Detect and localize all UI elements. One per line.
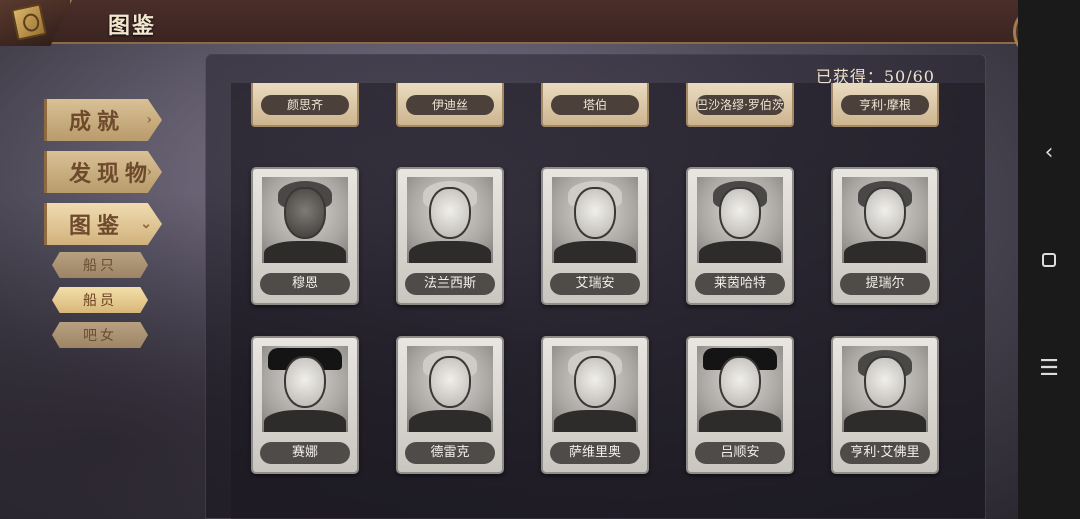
character-name: 塔伯	[551, 95, 639, 115]
nav-menu-button[interactable]: ☰	[1018, 348, 1080, 388]
character-card[interactable]: 塔伯	[541, 83, 649, 127]
character-portrait	[262, 346, 348, 432]
character-card[interactable]: 提瑞尔	[831, 167, 939, 305]
character-name: 亨利·摩根	[841, 95, 929, 115]
character-card[interactable]: 莱茵哈特	[686, 167, 794, 305]
character-portrait	[407, 346, 493, 432]
character-name: 提瑞尔	[840, 273, 930, 295]
character-portrait	[842, 177, 928, 263]
character-name: 吕顺安	[695, 442, 785, 464]
tab-discoveries[interactable]: 发现物 ›	[44, 151, 162, 193]
tab-label: 图鉴	[69, 213, 126, 239]
character-name: 伊迪丝	[406, 95, 494, 115]
character-name: 颜思齐	[261, 95, 349, 115]
character-grid[interactable]: 颜思齐 伊迪丝 塔伯 巴沙洛缪·罗伯茨 亨利·摩根 穆恩 法兰西斯 艾瑞安 莱茵…	[231, 83, 985, 519]
character-card[interactable]: 吕顺安	[686, 336, 794, 474]
chevron-down-icon: ⌄	[140, 216, 152, 232]
character-card[interactable]: 亨利·艾佛里	[831, 336, 939, 474]
character-name: 巴沙洛缪·罗伯茨	[696, 95, 784, 115]
character-card[interactable]: 伊迪丝	[396, 83, 504, 127]
character-name: 德雷克	[405, 442, 495, 464]
subtab-barmaids[interactable]: 吧女	[52, 322, 148, 348]
character-card[interactable]: 穆恩	[251, 167, 359, 305]
character-name: 亨利·艾佛里	[840, 442, 930, 464]
character-name: 萨维里奥	[550, 442, 640, 464]
character-portrait	[697, 346, 783, 432]
page-title: 图鉴	[108, 13, 157, 39]
character-name: 艾瑞安	[550, 273, 640, 295]
chevron-left-icon: ‹	[1044, 139, 1054, 165]
tab-label: 成就	[69, 109, 126, 135]
character-card[interactable]: 赛娜	[251, 336, 359, 474]
tab-label: 发现物	[69, 161, 154, 187]
character-card[interactable]: 巴沙洛缪·罗伯茨	[686, 83, 794, 127]
tab-achievements[interactable]: 成就 ›	[44, 99, 162, 141]
character-name: 法兰西斯	[405, 273, 495, 295]
nav-home-button[interactable]	[1018, 240, 1080, 280]
square-icon	[1042, 253, 1056, 267]
character-name: 莱茵哈特	[695, 273, 785, 295]
character-card[interactable]: 德雷克	[396, 336, 504, 474]
system-nav-bar: ‹ ☰	[1018, 0, 1080, 519]
codex-panel: 已获得：50/60 颜思齐 伊迪丝 塔伯 巴沙洛缪·罗伯茨 亨利·摩根 穆恩 法…	[205, 54, 986, 519]
character-name: 赛娜	[260, 442, 350, 464]
character-portrait	[552, 346, 638, 432]
book-icon	[11, 3, 47, 41]
tab-codex[interactable]: 图鉴 ⌄	[44, 203, 162, 245]
character-card[interactable]: 艾瑞安	[541, 167, 649, 305]
chevron-right-icon: ›	[146, 112, 152, 128]
chevron-right-icon: ›	[146, 164, 152, 180]
character-card[interactable]: 亨利·摩根	[831, 83, 939, 127]
character-portrait	[697, 177, 783, 263]
character-portrait	[407, 177, 493, 263]
subtab-ships[interactable]: 船只	[52, 252, 148, 278]
character-name: 穆恩	[260, 273, 350, 295]
character-card[interactable]: 颜思齐	[251, 83, 359, 127]
character-portrait	[552, 177, 638, 263]
hamburger-icon: ☰	[1039, 355, 1059, 381]
nav-back-button[interactable]: ‹	[1018, 132, 1080, 172]
character-portrait	[842, 346, 928, 432]
subtab-crew[interactable]: 船员	[52, 287, 148, 313]
character-card[interactable]: 萨维里奥	[541, 336, 649, 474]
character-card[interactable]: 法兰西斯	[396, 167, 504, 305]
character-portrait	[262, 177, 348, 263]
